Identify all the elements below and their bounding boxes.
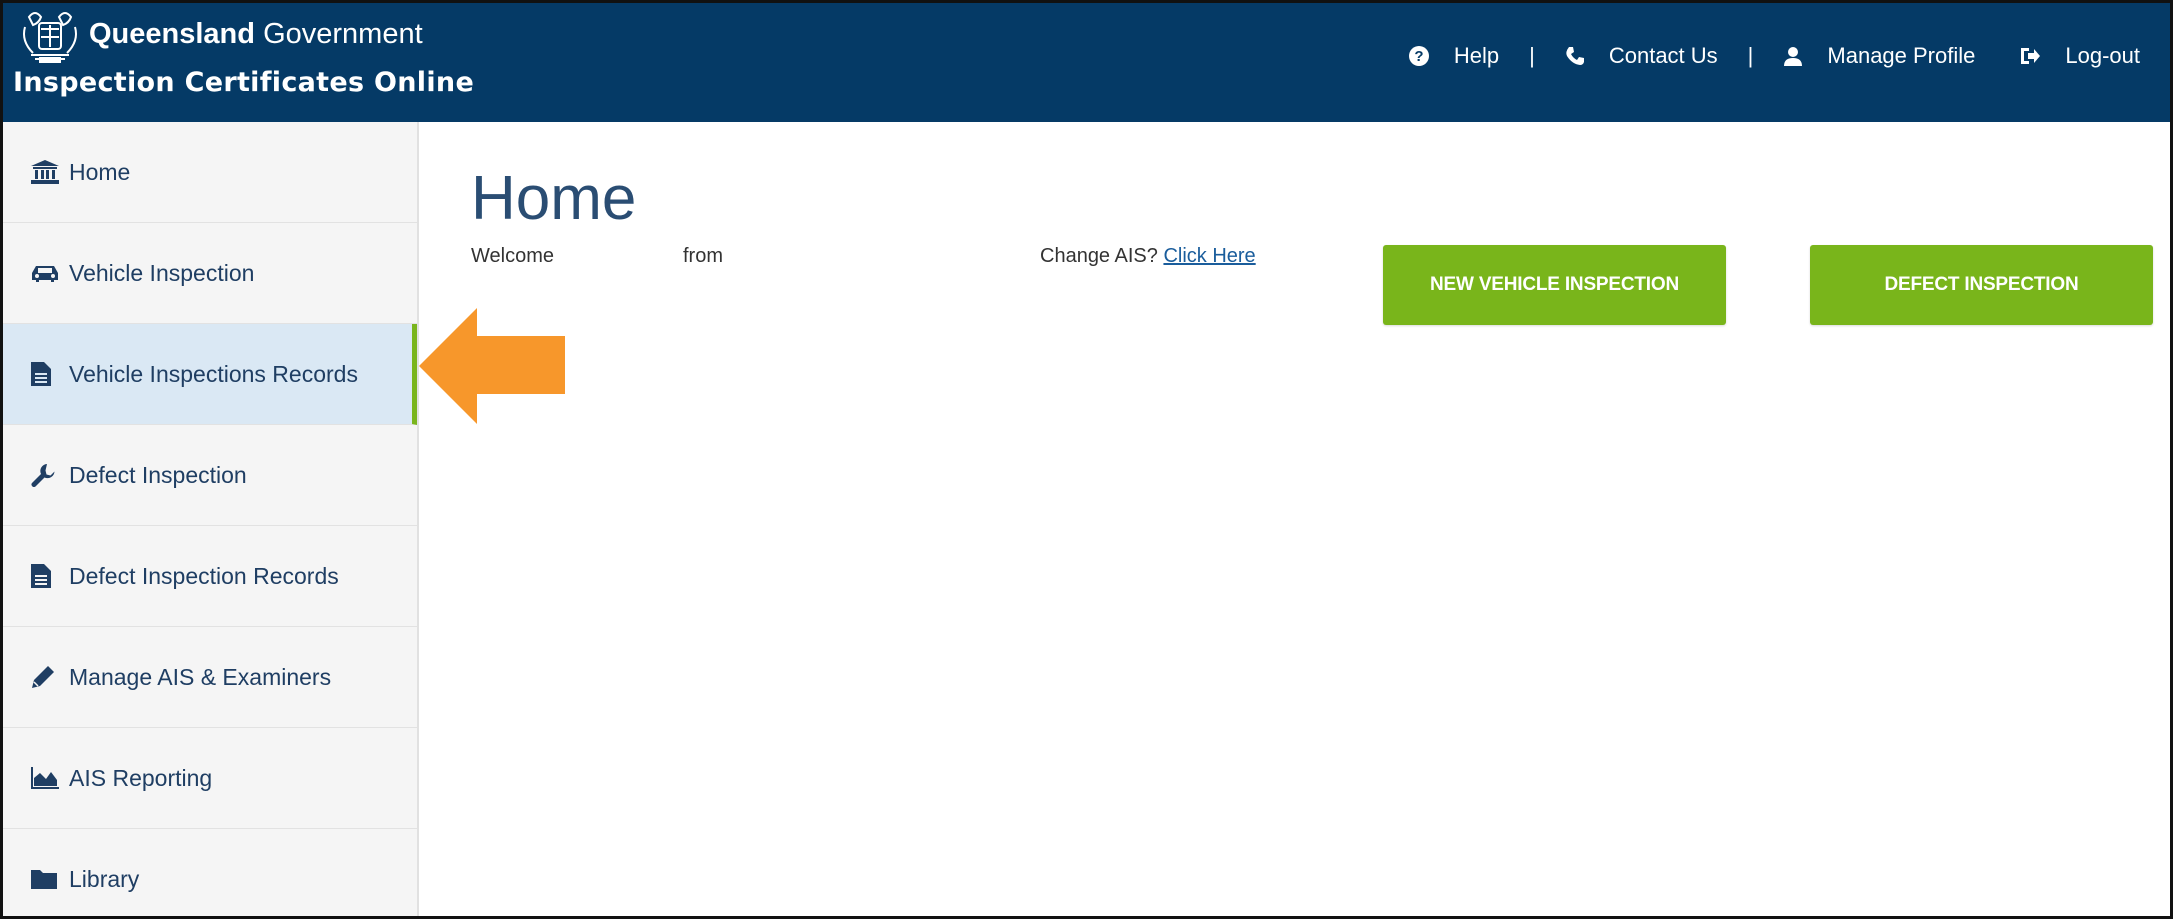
- top-header: Queensland Government Inspection Certifi…: [3, 3, 2170, 122]
- brand-government: Government: [263, 18, 423, 50]
- sidebar-item-label: Defect Inspection: [69, 461, 247, 488]
- sidebar-item-manage-ais-examiners[interactable]: Manage AIS & Examiners: [3, 627, 417, 728]
- phone-icon: [1566, 47, 1584, 65]
- manage-profile-link[interactable]: Manage Profile: [1783, 43, 1975, 69]
- top-nav: ? Help | Contact Us | Manage Profile Log…: [1408, 36, 2140, 76]
- app-window: Queensland Government Inspection Certifi…: [0, 0, 2173, 919]
- help-link[interactable]: ? Help: [1408, 43, 1499, 69]
- document-icon: [31, 563, 61, 589]
- sidebar-item-vehicle-inspection[interactable]: Vehicle Inspection: [3, 223, 417, 324]
- document-icon: [31, 361, 61, 387]
- new-vehicle-inspection-button[interactable]: NEW VEHICLE INSPECTION: [1383, 245, 1726, 325]
- sidebar-item-label: Library: [69, 865, 140, 892]
- nav-separator: |: [1747, 43, 1754, 68]
- contact-us-label: Contact Us: [1608, 43, 1718, 68]
- sidebar-item-ais-reporting[interactable]: AIS Reporting: [3, 728, 417, 829]
- sidebar-item-home[interactable]: Home: [3, 122, 417, 223]
- contact-us-link[interactable]: Contact Us: [1565, 43, 1718, 69]
- sidebar: Home Vehicle Inspection Vehicle Inspecti…: [3, 122, 419, 916]
- area-chart-icon: [31, 765, 61, 791]
- change-ais-click-here-link[interactable]: Click Here: [1163, 245, 1255, 267]
- sidebar-item-vehicle-inspections-records[interactable]: Vehicle Inspections Records: [3, 324, 417, 425]
- bank-icon: [31, 159, 61, 185]
- sidebar-item-label: AIS Reporting: [69, 764, 213, 791]
- page-title: Home: [471, 164, 637, 233]
- wrench-icon: [31, 462, 61, 488]
- brand-name: Queensland Government: [89, 17, 423, 51]
- pencil-icon: [31, 664, 61, 690]
- sidebar-item-label: Manage AIS & Examiners: [69, 663, 332, 690]
- sidebar-item-label: Defect Inspection Records: [69, 562, 339, 589]
- change-ais-label: Change AIS?: [1040, 245, 1158, 267]
- sidebar-item-label: Vehicle Inspections Records: [69, 360, 358, 387]
- sidebar-item-library[interactable]: Library: [3, 829, 417, 916]
- from-text: from: [683, 245, 723, 267]
- manage-profile-label: Manage Profile: [1827, 43, 1976, 68]
- sidebar-item-defect-inspection-records[interactable]: Defect Inspection Records: [3, 526, 417, 627]
- sidebar-item-label: Vehicle Inspection: [69, 259, 255, 286]
- annotation-arrow-icon: [419, 308, 565, 424]
- defect-inspection-button[interactable]: DEFECT INSPECTION: [1810, 245, 2153, 325]
- logout-icon: [2021, 48, 2041, 64]
- change-ais: Change AIS? Click Here: [1040, 245, 1256, 268]
- queensland-crest-logo: [23, 12, 77, 63]
- user-icon: [1784, 47, 1803, 66]
- help-label: Help: [1453, 43, 1500, 68]
- sidebar-item-label: Home: [69, 158, 131, 185]
- svg-text:?: ?: [1414, 48, 1423, 65]
- sidebar-item-defect-inspection[interactable]: Defect Inspection: [3, 425, 417, 526]
- brand-queensland: Queensland: [89, 18, 255, 50]
- nav-separator: |: [1529, 43, 1535, 68]
- logout-link[interactable]: Log-out: [2019, 43, 2140, 69]
- help-icon: ?: [1408, 46, 1429, 66]
- logout-label: Log-out: [2065, 43, 2140, 68]
- car-icon: [31, 260, 61, 286]
- folder-icon: [31, 866, 61, 892]
- welcome-text: Welcome: [471, 245, 554, 267]
- app-title: Inspection Certificates Online: [13, 67, 475, 98]
